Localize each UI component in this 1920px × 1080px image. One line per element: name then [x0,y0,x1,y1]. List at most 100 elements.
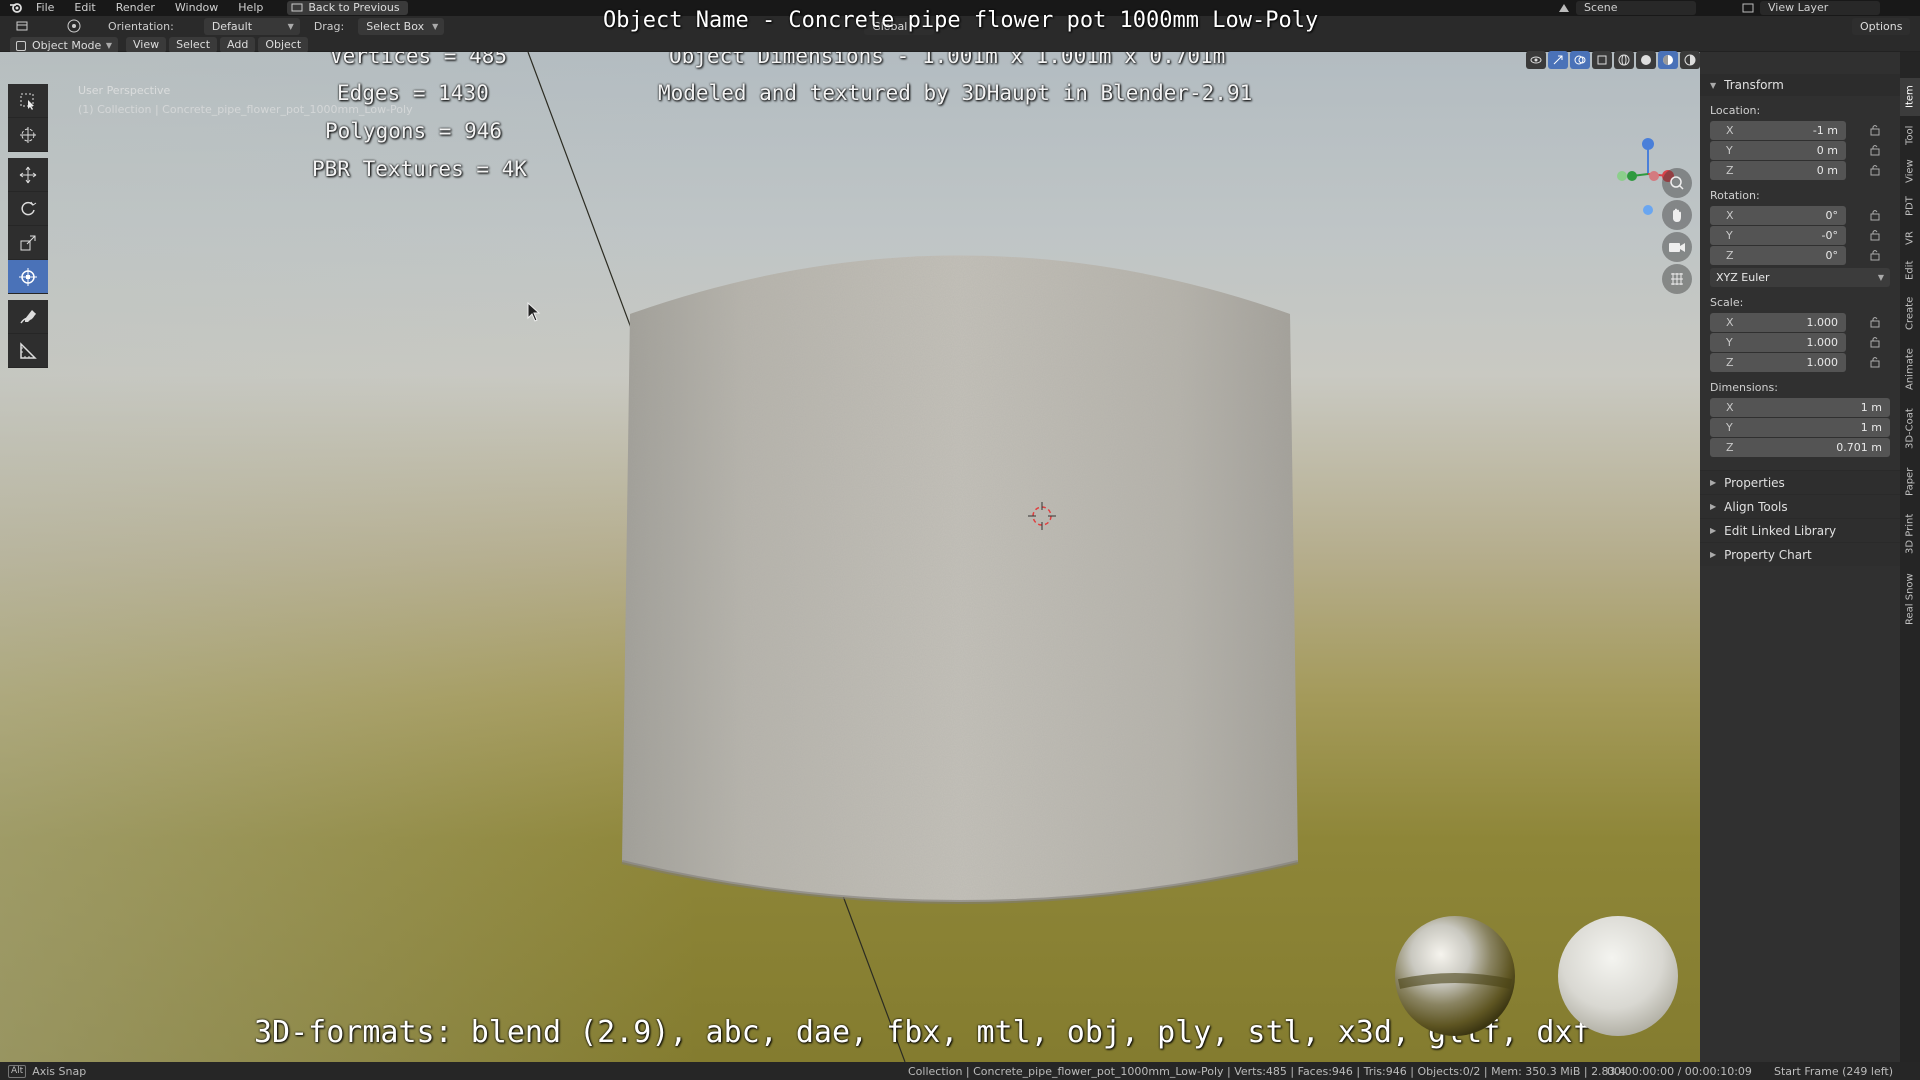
select-menu[interactable]: Select [169,37,218,53]
field-value: 0.701 m [1836,441,1882,454]
tab-real-snow[interactable]: Real Snow [1900,564,1920,634]
xray-icon[interactable] [1592,51,1612,69]
scale-x-field[interactable]: X 1.000 [1710,313,1880,332]
pan-icon[interactable] [1662,200,1692,230]
axis-label: Y [1726,336,1733,349]
transform-panel-header[interactable]: ▼ Transform [1700,74,1900,96]
overlay-toggle-icon[interactable] [1570,51,1590,69]
edit-linked-library-panel-header[interactable]: ▶ Edit Linked Library [1700,518,1900,542]
material-shading-icon[interactable] [1658,51,1678,69]
tab-tool[interactable]: Tool [1900,118,1920,152]
property-chart-panel-header[interactable]: ▶ Property Chart [1700,542,1900,566]
back-to-previous-button[interactable]: Back to Previous [287,1,408,15]
scene-field[interactable]: Scene [1576,1,1696,15]
lock-icon[interactable] [1870,229,1880,241]
location-z-field[interactable]: Z 0 m [1710,161,1880,180]
tab-pdt[interactable]: PDT [1900,190,1920,222]
field-value: 1 m [1860,421,1882,434]
solid-shading-icon[interactable] [1636,51,1656,69]
tab-3d-coat[interactable]: 3D-Coat [1900,400,1920,458]
cursor-tool[interactable] [8,118,48,152]
wireframe-shading-icon[interactable] [1614,51,1634,69]
lock-icon[interactable] [1870,124,1880,136]
camera-icon[interactable] [1662,232,1692,262]
lock-icon[interactable] [1870,164,1880,176]
tab-edit[interactable]: Edit [1900,254,1920,286]
rotate-tool[interactable] [8,192,48,226]
expand-icon: ▶ [1710,502,1717,511]
object-menu[interactable]: Object [258,37,309,53]
view-layer-icon[interactable] [1736,0,1760,17]
tab-paper[interactable]: Paper [1900,460,1920,504]
grid-icon[interactable] [1662,264,1692,294]
view-layer-field[interactable]: View Layer [1760,1,1880,15]
tab-view[interactable]: View [1900,154,1920,188]
lock-icon[interactable] [1870,356,1880,368]
subpanel-label: Properties [1724,475,1785,490]
lock-icon[interactable] [1870,249,1880,261]
menu-window[interactable]: Window [165,0,228,16]
drag-dropdown[interactable]: Select Box ▼ [358,17,445,35]
scene-icon[interactable] [1552,0,1576,17]
formats-text: 3D-formats: blend (2.9), abc, dae, fbx, … [254,1015,1591,1050]
rotation-mode-dropdown[interactable]: XYZ Euler ▼ [1710,268,1890,287]
lock-icon[interactable] [1870,209,1880,221]
rotate-icon [21,201,37,215]
dimensions-label: Dimensions: [1710,381,1778,394]
location-label: Location: [1710,104,1761,117]
menu-help[interactable]: Help [228,0,273,16]
lock-icon[interactable] [1870,144,1880,156]
orientation-dropdown[interactable]: Default ▼ [203,17,300,35]
expand-icon: ▶ [1710,478,1717,487]
visibility-icon[interactable] [1526,51,1546,69]
options-dropdown[interactable]: Options [1852,17,1910,35]
3d-viewport[interactable]: User Perspective (1) Collection | Concre… [0,52,1700,1062]
tab-animate[interactable]: Animate [1900,340,1920,398]
menu-file[interactable]: File [26,0,64,16]
scale-label: Scale: [1710,296,1744,309]
tab-3d-print[interactable]: 3D Print [1900,506,1920,562]
rotation-z-field[interactable]: Z 0° [1710,246,1880,265]
measure-tool[interactable] [8,334,48,368]
field-value: 1.000 [1806,316,1839,329]
active-tool-icon[interactable] [62,17,86,35]
transform-icon [19,267,37,286]
field-value: 0° [1825,209,1839,222]
scale-z-field[interactable]: Z 1.000 [1710,353,1880,372]
field-value: 0° [1825,249,1839,262]
move-tool[interactable] [8,158,48,192]
concrete-pot-mesh[interactable] [618,232,1302,909]
rotation-x-field[interactable]: X 0° [1710,206,1880,225]
transform-tool[interactable] [8,260,48,294]
dimensions-z-field[interactable]: Z 0.701 m [1710,438,1890,457]
tab-create[interactable]: Create [1900,288,1920,338]
view-menu[interactable]: View [126,37,167,53]
dimensions-x-field[interactable]: X 1 m [1710,398,1890,417]
tab-vr[interactable]: VR [1900,224,1920,252]
annotate-tool[interactable] [8,300,48,334]
select-box-tool[interactable] [8,84,48,118]
rotation-y-field[interactable]: Y -0° [1710,226,1880,245]
gizmo-toggle-icon[interactable] [1548,51,1568,69]
lock-icon[interactable] [1870,336,1880,348]
mode-dropdown[interactable]: Object Mode ▼ [10,36,118,54]
menu-edit[interactable]: Edit [64,0,105,16]
lock-icon[interactable] [1870,316,1880,328]
menu-render[interactable]: Render [106,0,165,16]
dimensions-y-field[interactable]: Y 1 m [1710,418,1890,437]
location-x-field[interactable]: X -1 m [1710,121,1880,140]
mouse-pointer-icon [527,302,541,322]
diffuse-sphere [1558,916,1678,1036]
align-tools-panel-header[interactable]: ▶ Align Tools [1700,494,1900,518]
measure-icon [20,341,37,359]
tab-item[interactable]: Item [1900,78,1920,116]
blender-logo-icon[interactable] [6,0,26,16]
location-y-field[interactable]: Y 0 m [1710,141,1880,160]
scale-y-field[interactable]: Y 1.000 [1710,333,1880,352]
add-menu[interactable]: Add [220,37,256,53]
scale-tool[interactable] [8,226,48,260]
zoom-icon[interactable] [1662,168,1692,198]
properties-panel-header[interactable]: ▶ Properties [1700,470,1900,494]
editor-type-icon[interactable] [10,17,34,35]
rendered-shading-icon[interactable] [1680,51,1700,69]
